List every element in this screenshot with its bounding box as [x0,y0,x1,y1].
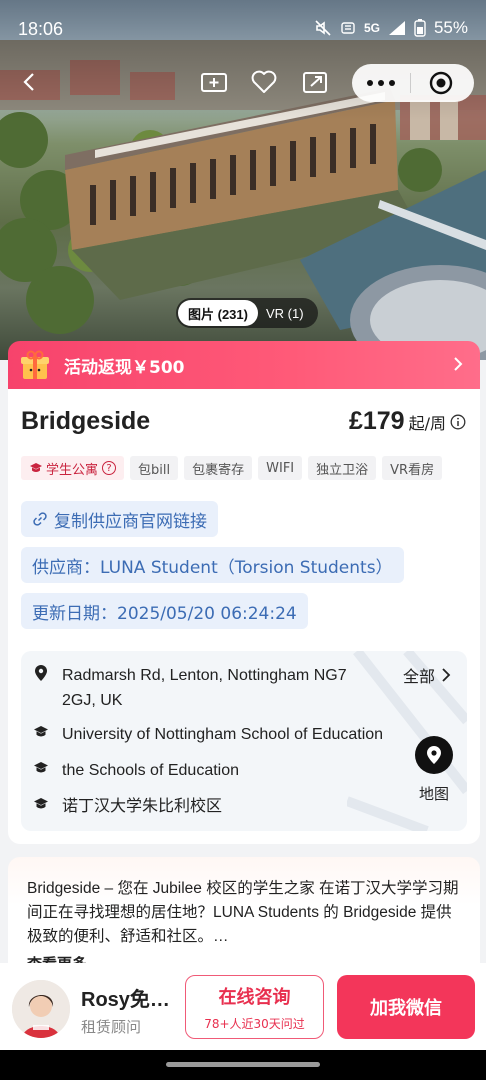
school-row: the Schools of Education [33,758,362,783]
all-label: 全部 [402,667,435,686]
location-pin-icon [33,663,49,683]
map-button[interactable]: 地图 [414,736,454,804]
address-text: Radmarsh Rd, Lenton, Nottingham NG7 2GJ,… [62,667,347,709]
tag-ensuite: 独立卫浴 [308,456,377,480]
top-navbar [0,64,486,104]
chevron-right-icon [442,668,451,682]
info-icon[interactable] [450,414,466,430]
question-icon: ? [102,461,117,475]
battery-icon [414,19,426,37]
miniapp-capsule [352,64,474,102]
tab-photos[interactable]: 图片 (231) [178,300,258,326]
graduation-cap-icon [33,794,49,814]
status-time: 18:06 [18,19,64,39]
tag-student-apartment[interactable]: 学生公寓 ? [21,456,125,480]
map-label: 地图 [418,785,449,803]
chevron-right-icon [454,357,463,371]
status-bar: 18:06 5G 55% [0,0,486,58]
school-row: University of Nottingham School of Educa… [33,722,384,747]
cashback-text: 活动返现￥500 [64,357,185,378]
link-icon [33,512,47,526]
map-pin-icon [415,736,453,774]
consult-label: 在线咨询 [218,986,291,1008]
close-miniapp-button[interactable] [411,64,471,102]
description-card: Bridgeside – 您在 Jubilee 校区的学生之家 在诺丁汉大学学习… [8,857,480,977]
copy-link-label: 复制供应商官网链接 [54,511,207,532]
price-amount: £179 [348,407,405,435]
add-to-compare-button[interactable] [196,64,232,100]
mute-icon [314,19,332,37]
agent-avatar[interactable] [12,980,70,1038]
share-button[interactable] [297,64,333,100]
all-schools-link[interactable]: 全部 [403,663,451,687]
feature-tags: 学生公寓 ? 包bill 包裹寄存 WIFI 独立卫浴 VR看房 [21,456,443,480]
online-consult-button[interactable]: 在线咨询 78+人近30天问过 [185,975,324,1039]
media-toggle: 图片 (231) VR (1) [176,298,318,328]
tag-wifi: WIFI [258,456,303,480]
updated-date-chip: 更新日期：2025/05/20 06:24:24 [21,593,308,629]
location-panel[interactable]: Radmarsh Rd, Lenton, Nottingham NG7 2GJ,… [21,651,467,831]
target-icon [429,71,453,95]
favorite-button[interactable] [246,64,282,100]
price-unit: 起/周 [408,414,446,433]
heart-icon [251,70,277,93]
back-button[interactable] [12,64,48,100]
network-label: 5G [363,21,380,35]
compare-add-icon [201,73,227,92]
tag-label: 学生公寓 [46,462,99,478]
school-name: the Schools of Education [62,762,240,779]
graduation-cap-icon [33,758,49,778]
school-name: 诺丁汉大学朱比利校区 [62,798,223,815]
gift-icon [21,350,49,379]
home-indicator[interactable] [166,1062,320,1067]
price: £179 起/周 [349,407,466,436]
agent-name: Rosy免… [81,989,170,1011]
tag-bills: 包bill [130,456,179,480]
back-arrow-icon [23,73,34,91]
signal-icon [388,20,406,36]
graduation-cap-icon [30,463,42,472]
cashback-banner[interactable]: 活动返现￥500 [8,341,480,389]
share-icon [303,72,327,93]
address-row: Radmarsh Rd, Lenton, Nottingham NG7 2GJ,… [33,663,362,713]
description-text: Bridgeside – 您在 Jubilee 校区的学生之家 在诺丁汉大学学习… [27,880,459,945]
bottom-action-bar: Rosy免… 租赁顾问 在线咨询 78+人近30天问过 加我微信 [0,963,486,1050]
tab-vr[interactable]: VR (1) [258,306,316,321]
tag-vr: VR看房 [382,456,443,480]
listing-card: Bridgeside £179 起/周 学生公寓 ? 包bill 包裹寄存 WI… [8,389,480,844]
battery-level: 55% [433,18,468,37]
agent-role: 租赁顾问 [81,1018,142,1036]
system-nav-bar [0,1050,486,1080]
school-row: 诺丁汉大学朱比利校区 [33,794,362,819]
wifi-icon [340,20,356,36]
more-menu-button[interactable] [352,64,410,102]
graduation-cap-icon [33,722,49,742]
tag-parcel: 包裹寄存 [184,456,253,480]
hero-image[interactable]: 18:06 5G 55% 图片 (231) VR (1) [0,0,486,360]
property-title: Bridgeside [21,407,151,435]
supplier-chip: 供应商：LUNA Student（Torsion Students） [21,547,404,583]
school-name: University of Nottingham School of Educa… [62,726,384,743]
consult-subtext: 78+人近30天问过 [204,1016,305,1031]
add-wechat-button[interactable]: 加我微信 [337,975,475,1039]
copy-link-button[interactable]: 复制供应商官网链接 [21,501,218,537]
